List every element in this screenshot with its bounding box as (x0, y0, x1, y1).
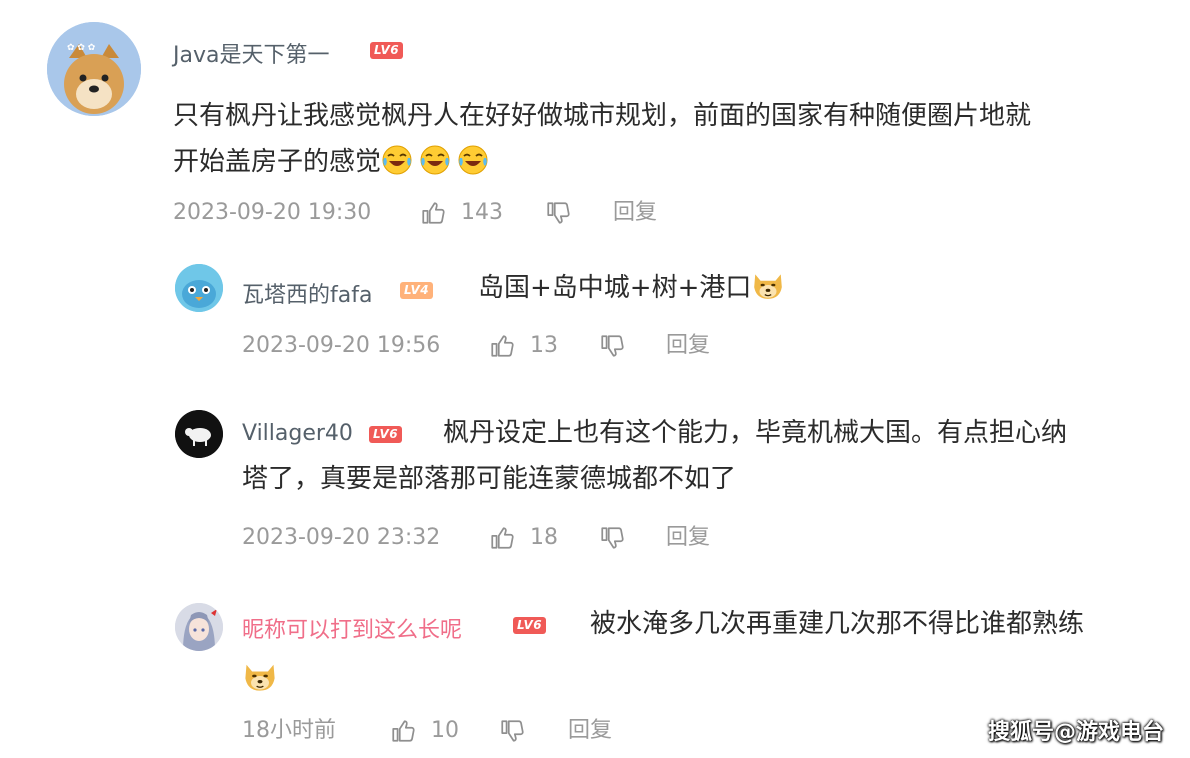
comment-username[interactable]: Java是天下第一 (173, 37, 329, 69)
reply-text: 岛国+岛中城+树+港口 (478, 265, 785, 311)
thumbs-up-icon[interactable] (420, 200, 446, 226)
comment-text: 只有枫丹让我感觉枫丹人在好好做城市规划，前面的国家有种随便圈片地就 开始盖房子的… (173, 93, 1173, 185)
crying-laughing-emoji-icon (457, 144, 489, 176)
reply-button[interactable]: 回复 (666, 523, 710, 553)
level-badge: LV4 (400, 282, 434, 299)
comment-text-line: 只有枫丹让我感觉枫丹人在好好做城市规划，前面的国家有种随便圈片地就 (173, 101, 1032, 131)
comment-meta: 2023-09-20 19:30 143 回复 (173, 198, 673, 228)
reply-text: 被水淹多几次再重建几次那不得比谁都熟练 (590, 609, 1085, 639)
svg-text:✿ ✿ ✿: ✿ ✿ ✿ (67, 43, 96, 53)
reply-meta: 18小时前 10 回复 (242, 716, 742, 746)
comment-text-part: 开始盖房子的感觉 (173, 147, 382, 177)
comment-text-line: 开始盖房子的感觉 (173, 139, 1173, 185)
crying-laughing-emoji-icon (419, 144, 451, 176)
thumbs-down-icon[interactable] (499, 718, 525, 744)
reply-button[interactable]: 回复 (568, 716, 612, 746)
reply-button[interactable]: 回复 (666, 331, 710, 361)
thumbs-down-icon[interactable] (599, 525, 625, 551)
like-count: 143 (461, 200, 503, 225)
doge-emoji-icon (751, 268, 785, 302)
like-count: 10 (431, 718, 459, 743)
anime-girl-avatar-icon (175, 603, 223, 651)
timestamp: 2023-09-20 19:56 (242, 333, 441, 358)
level-badge: LV6 (513, 617, 547, 634)
avatar[interactable] (175, 410, 223, 458)
avatar[interactable]: ✿ ✿ ✿ (47, 22, 141, 116)
timestamp: 18小时前 (242, 718, 336, 743)
reply-username[interactable]: 瓦塔西的fafa (242, 277, 372, 309)
avatar[interactable] (175, 264, 223, 312)
reply-text-part: 岛国+岛中城+树+港口 (478, 273, 752, 303)
thumbs-down-icon[interactable] (599, 333, 625, 359)
watermark: 搜狐号@游戏电台 (987, 720, 1164, 745)
crying-laughing-emoji-icon (381, 144, 413, 176)
reply-button[interactable]: 回复 (613, 198, 657, 228)
reply-meta: 2023-09-20 23:32 18 回复 (242, 523, 742, 553)
avatar[interactable] (175, 603, 223, 651)
reply-text: 枫丹设定上也有这个能力，毕竟机械大国。有点担心纳 塔了，真要是部落那可能连蒙德城… (242, 410, 1182, 502)
reply-username[interactable]: 昵称可以打到这么长呢 (242, 612, 462, 644)
like-count: 18 (530, 525, 558, 550)
thumbs-up-icon[interactable] (489, 333, 515, 359)
like-count: 13 (530, 333, 558, 358)
reply-text-line: 枫丹设定上也有这个能力，毕竟机械大国。有点担心纳 (443, 418, 1068, 448)
reply-text-line: 塔了，真要是部落那可能连蒙德城都不如了 (242, 464, 737, 494)
blue-bird-avatar-icon (175, 264, 223, 312)
thumbs-down-icon[interactable] (545, 200, 571, 226)
shiba-dog-avatar-icon: ✿ ✿ ✿ (47, 22, 141, 116)
timestamp: 2023-09-20 19:30 (173, 200, 372, 225)
doge-emoji-icon (242, 658, 278, 694)
thumbs-up-icon[interactable] (489, 525, 515, 551)
level-badge: LV6 (370, 42, 404, 59)
timestamp: 2023-09-20 23:32 (242, 525, 441, 550)
thumbs-up-icon[interactable] (390, 718, 416, 744)
sheep-avatar-icon (175, 410, 223, 458)
reply-meta: 2023-09-20 19:56 13 回复 (242, 331, 742, 361)
